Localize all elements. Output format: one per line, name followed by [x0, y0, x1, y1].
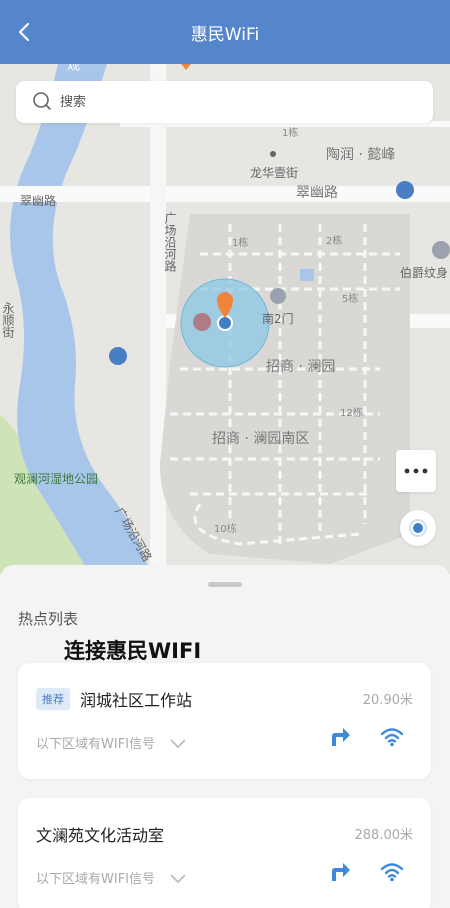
sheet-drag-handle[interactable]: [208, 582, 242, 587]
navigate-button[interactable]: [328, 861, 352, 887]
recommend-badge: 推荐: [36, 688, 70, 710]
map-view[interactable]: 观 陶润 · 懿峰 龙华壹街 翠幽路 翠幽路 广场沿河路 1栋 1栋 2栋 5栋…: [0, 64, 450, 574]
hotspot-card[interactable]: 推荐 润城社区工作站 20.90米 以下区域有WIFI信号: [18, 663, 431, 779]
more-icon: [404, 468, 428, 474]
map-label-building-12: 12栋: [340, 408, 363, 419]
app-header: 惠民WiFi: [0, 0, 450, 64]
hotspot-sheet: 热点列表 连接惠民WIFI 推荐 润城社区工作站 20.90米 以下区域有WIF…: [0, 565, 450, 908]
map-label-building-2: 2栋: [326, 236, 343, 247]
map-label-yongshun: 永顺街: [1, 302, 15, 338]
signal-area-text: 以下区域有WIFI信号: [36, 737, 155, 752]
wifi-icon: [380, 863, 404, 882]
search-icon: [33, 92, 51, 110]
hotspot-name-row: 文澜苑文化活动室: [36, 822, 164, 846]
map-label-guangchang-road: 广场沿河路: [163, 212, 177, 272]
map-label-longhua: 龙华壹街: [250, 166, 299, 180]
chevron-down-icon: [170, 873, 186, 883]
signal-area-text: 以下区域有WIFI信号: [36, 872, 155, 887]
section-title: 热点列表: [18, 610, 79, 628]
map-label-building-5: 5栋: [342, 294, 359, 305]
navigate-arrow-icon: [332, 863, 350, 881]
locate-icon: [409, 519, 427, 537]
map-label-park: 观澜河湿地公园: [14, 472, 99, 486]
hotspot-distance: 288.00米: [354, 828, 414, 843]
more-options-button[interactable]: [396, 450, 436, 492]
map-label-building-1b: 1栋: [232, 238, 249, 249]
signal-area-toggle[interactable]: 以下区域有WIFI信号: [36, 733, 187, 752]
map-label-cuiyou-right: 翠幽路: [296, 185, 338, 201]
search-bar[interactable]: [16, 81, 433, 123]
hotspot-name-row: 推荐 润城社区工作站: [36, 687, 192, 711]
locate-button[interactable]: [400, 510, 436, 546]
map-label-taorun: 陶润 · 懿峰: [326, 147, 396, 163]
search-input[interactable]: [60, 90, 420, 114]
page-title: 惠民WiFi: [190, 25, 260, 45]
map-label-zhaoshang-south: 招商 · 澜园南区: [212, 431, 310, 447]
chevron-down-icon: [170, 738, 186, 748]
signal-area-toggle[interactable]: 以下区域有WIFI信号: [36, 868, 187, 887]
overlay-title: 连接惠民WIFI: [64, 639, 202, 663]
navigate-button[interactable]: [328, 726, 352, 752]
map-label-building-1a: 1栋: [282, 128, 299, 139]
hotspot-card[interactable]: 文澜苑文化活动室 288.00米 以下区域有WIFI信号: [18, 798, 431, 908]
map-label-building-10: 10栋: [214, 524, 237, 535]
map-label-bojue: 伯爵纹身: [400, 266, 449, 280]
navigate-arrow-icon: [332, 728, 350, 746]
map-label-south-gate: 南2门: [262, 312, 294, 326]
map-label-river: 观: [64, 64, 79, 71]
connect-wifi-button[interactable]: [380, 727, 404, 751]
map-canvas: [0, 64, 450, 574]
hotspot-name: 润城社区工作站: [80, 691, 193, 710]
hotspot-name: 文澜苑文化活动室: [36, 826, 165, 845]
hotspot-distance: 20.90米: [362, 693, 413, 708]
connect-wifi-button[interactable]: [380, 862, 404, 886]
map-label-cuiyou-left: 翠幽路: [20, 194, 57, 208]
wifi-icon: [380, 728, 404, 747]
map-label-zhaoshang-lanyuan: 招商 · 澜园: [266, 359, 336, 375]
